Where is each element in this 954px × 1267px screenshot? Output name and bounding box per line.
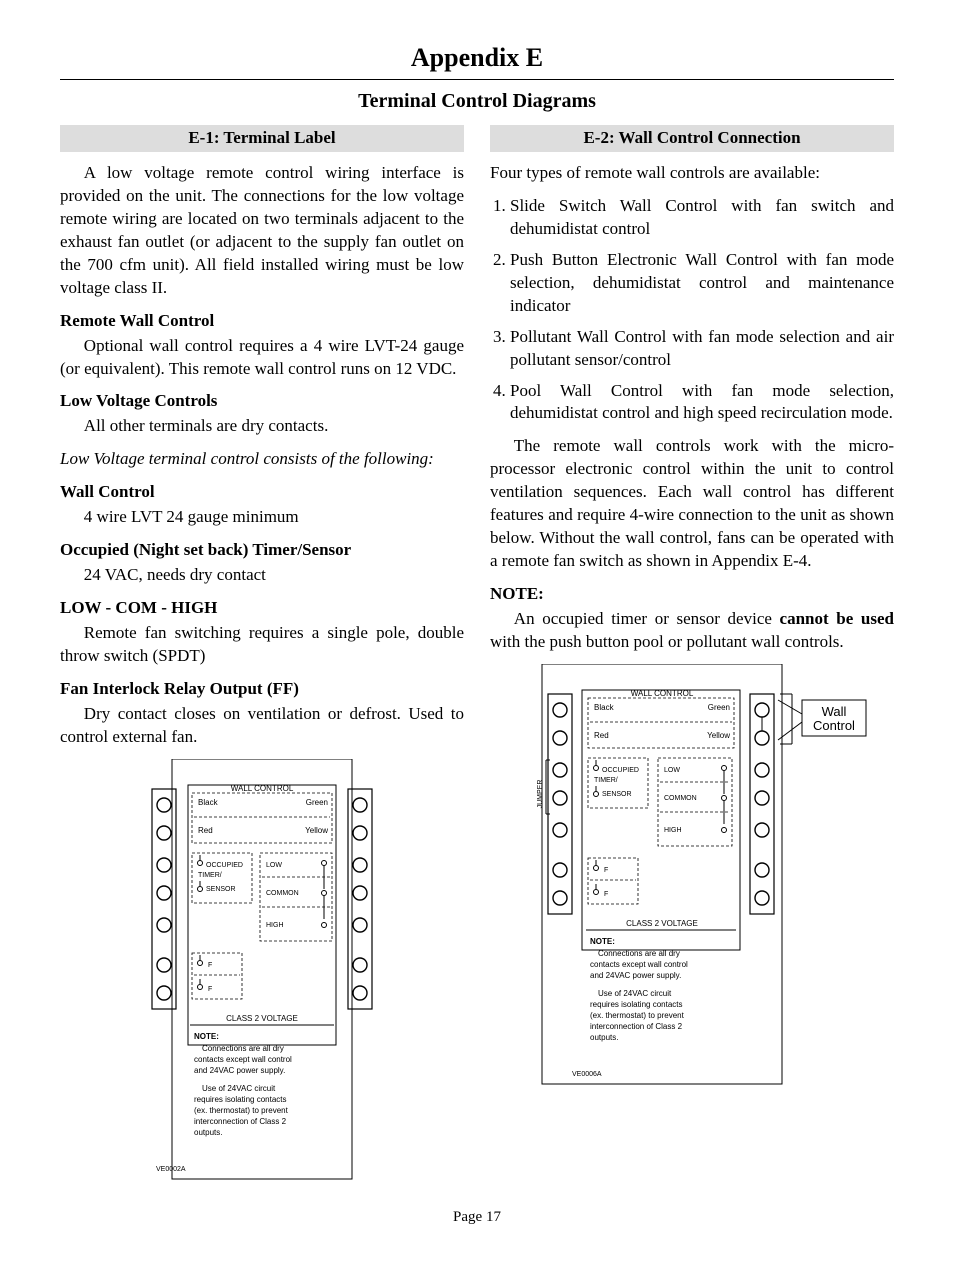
svg-text:COMMON: COMMON	[664, 795, 697, 802]
svg-text:WALL CONTROL: WALL CONTROL	[631, 689, 694, 698]
svg-text:HIGH: HIGH	[266, 922, 284, 929]
section-title-e2: E-2: Wall Control Connection	[490, 125, 894, 152]
italic-line: Low Voltage terminal control consists of…	[60, 448, 464, 471]
e2-para2: The remote wall controls work with the m…	[490, 435, 894, 573]
svg-text:LOW: LOW	[266, 862, 282, 869]
diagram-wall-control-connection: Wall Control JUMPER	[502, 664, 882, 1094]
column-left: E-1: Terminal Label A low voltage remote…	[60, 125, 464, 1189]
list-item-2: Push Button Electronic Wall Control with…	[510, 249, 894, 318]
list-item-3: Pollutant Wall Control with fan mode sel…	[510, 326, 894, 372]
svg-text:NOTE:: NOTE:	[194, 1032, 219, 1041]
svg-text:interconnection of Class 2: interconnection of Class 2	[194, 1117, 287, 1126]
remote-wall-control-body: Optional wall control requires a 4 wire …	[60, 335, 464, 381]
svg-text:and 24VAC power supply.: and 24VAC power supply.	[194, 1066, 285, 1075]
svg-text:F: F	[208, 962, 212, 969]
svg-text:Connections are all dry: Connections are all dry	[202, 1044, 284, 1053]
svg-text:Use of 24VAC circuit: Use of 24VAC circuit	[598, 989, 672, 998]
svg-text:Wall: Wall	[822, 704, 847, 719]
e1-intro: A low voltage remote control wiring inte…	[60, 162, 464, 300]
svg-text:interconnection of Class 2: interconnection of Class 2	[590, 1022, 683, 1031]
svg-text:VE0002A: VE0002A	[156, 1166, 186, 1173]
svg-text:Green: Green	[306, 798, 328, 807]
svg-text:contacts except wall control: contacts except wall control	[590, 960, 688, 969]
page-subtitle: Terminal Control Diagrams	[60, 88, 894, 115]
svg-text:SENSOR: SENSOR	[206, 886, 236, 893]
svg-text:Yellow: Yellow	[707, 731, 730, 740]
fan-interlock-head: Fan Interlock Relay Output (FF)	[60, 678, 464, 701]
svg-text:(ex. thermostat) to prevent: (ex. thermostat) to prevent	[194, 1106, 289, 1115]
svg-text:NOTE:: NOTE:	[590, 937, 615, 946]
svg-text:TIMER/: TIMER/	[594, 777, 618, 784]
svg-text:Black: Black	[594, 703, 615, 712]
e2-intro: Four types of remote wall controls are a…	[490, 162, 894, 185]
fan-interlock-body: Dry contact closes on ventilation or def…	[60, 703, 464, 749]
occupied-body: 24 VAC, needs dry contact	[60, 564, 464, 587]
svg-text:Connections are all dry: Connections are all dry	[598, 949, 680, 958]
column-right: E-2: Wall Control Connection Four types …	[490, 125, 894, 1189]
svg-text:COMMON: COMMON	[266, 890, 299, 897]
note-body: An occupied timer or sensor device canno…	[490, 608, 894, 654]
wall-control-list: Slide Switch Wall Control with fan switc…	[510, 195, 894, 425]
svg-text:requires isolating contacts: requires isolating contacts	[194, 1095, 287, 1104]
page-number: Page 17	[60, 1207, 894, 1227]
svg-text:HIGH: HIGH	[664, 827, 682, 834]
svg-text:Control: Control	[813, 718, 855, 733]
svg-text:F: F	[604, 891, 608, 898]
svg-text:LOW: LOW	[664, 767, 680, 774]
svg-text:Green: Green	[708, 703, 730, 712]
occupied-head: Occupied (Night set back) Timer/Sensor	[60, 539, 464, 562]
svg-text:CLASS 2 VOLTAGE: CLASS 2 VOLTAGE	[626, 919, 698, 928]
svg-text:OCCUPIED: OCCUPIED	[602, 767, 639, 774]
wall-control-head: Wall Control	[60, 481, 464, 504]
svg-text:F: F	[604, 867, 608, 874]
svg-text:TIMER/: TIMER/	[198, 872, 222, 879]
svg-text:Black: Black	[198, 798, 219, 807]
note-head: NOTE:	[490, 583, 894, 606]
svg-text:Red: Red	[594, 731, 609, 740]
svg-text:F: F	[208, 986, 212, 993]
svg-text:JUMPER: JUMPER	[537, 779, 544, 808]
list-item-1: Slide Switch Wall Control with fan switc…	[510, 195, 894, 241]
remote-wall-control-head: Remote Wall Control	[60, 310, 464, 333]
svg-text:OCCUPIED: OCCUPIED	[206, 862, 243, 869]
appendix-title: Appendix E	[60, 40, 894, 80]
svg-text:(ex. thermostat) to prevent: (ex. thermostat) to prevent	[590, 1011, 685, 1020]
low-com-high-head: LOW - COM - HIGH	[60, 597, 464, 620]
svg-text:Use of 24VAC circuit: Use of 24VAC circuit	[202, 1084, 276, 1093]
svg-text:Red: Red	[198, 826, 213, 835]
svg-text:WALL CONTROL: WALL CONTROL	[231, 784, 294, 793]
diagram-terminal-label: WALL CONTROL Black Green Red Yellow OCCU…	[132, 759, 392, 1189]
svg-text:requires isolating contacts: requires isolating contacts	[590, 1000, 683, 1009]
low-voltage-controls-head: Low Voltage Controls	[60, 390, 464, 413]
svg-text:contacts except wall control: contacts except wall control	[194, 1055, 292, 1064]
svg-text:Yellow: Yellow	[305, 826, 328, 835]
svg-text:and 24VAC power supply.: and 24VAC power supply.	[590, 971, 681, 980]
svg-text:outputs.: outputs.	[590, 1033, 618, 1042]
low-voltage-controls-body: All other terminals are dry contacts.	[60, 415, 464, 438]
section-title-e1: E-1: Terminal Label	[60, 125, 464, 152]
list-item-4: Pool Wall Control with fan mode selectio…	[510, 380, 894, 426]
svg-text:CLASS 2 VOLTAGE: CLASS 2 VOLTAGE	[226, 1014, 298, 1023]
low-com-high-body: Remote fan switching requires a single p…	[60, 622, 464, 668]
svg-text:VE0006A: VE0006A	[572, 1071, 602, 1078]
svg-text:SENSOR: SENSOR	[602, 791, 632, 798]
svg-text:outputs.: outputs.	[194, 1128, 222, 1137]
wall-control-body: 4 wire LVT 24 gauge minimum	[60, 506, 464, 529]
